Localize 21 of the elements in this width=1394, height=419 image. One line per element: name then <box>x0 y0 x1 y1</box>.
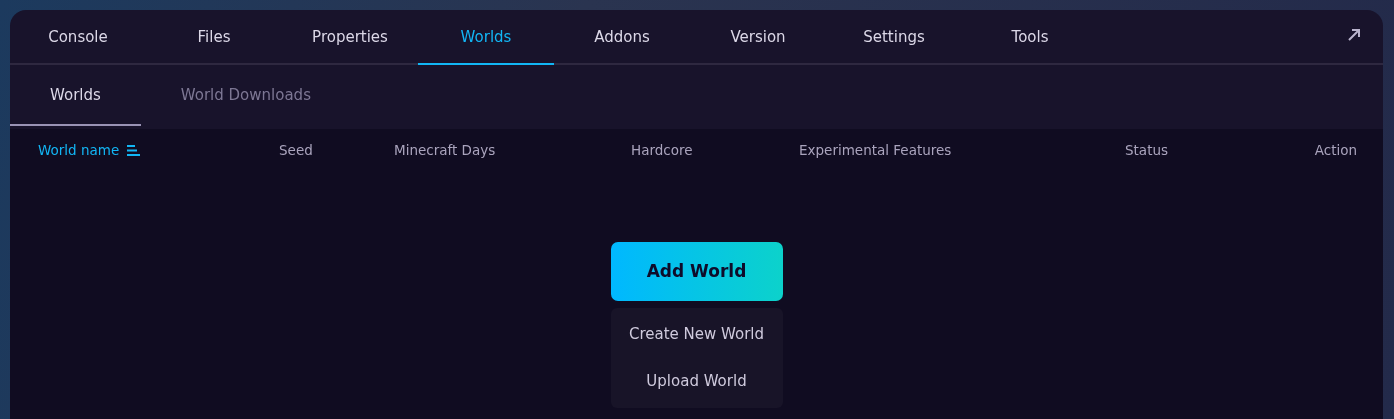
menu-item[interactable]: Create New World <box>610 311 783 358</box>
column-header[interactable]: Hardcore <box>631 142 799 158</box>
column-header[interactable]: Status <box>1125 142 1310 158</box>
tab[interactable]: Worlds <box>418 10 554 65</box>
add-world-button[interactable]: Add World <box>610 242 783 301</box>
tab[interactable]: Addons <box>554 10 690 65</box>
column-header[interactable]: Experimental Features <box>799 142 1125 158</box>
sub-tab[interactable]: World Downloads <box>140 65 351 126</box>
column-header[interactable]: World name <box>38 142 279 158</box>
column-header[interactable]: Seed <box>279 142 394 158</box>
tab[interactable]: Settings <box>826 10 962 65</box>
tab[interactable]: Files <box>146 10 282 65</box>
menu-item[interactable]: Upload World <box>610 358 783 405</box>
tab[interactable]: Console <box>10 10 146 65</box>
column-header[interactable]: Minecraft Days <box>394 142 631 158</box>
tab[interactable]: Tools <box>962 10 1098 65</box>
column-header[interactable]: Action <box>1314 142 1357 158</box>
sub-tab[interactable]: Worlds <box>10 65 141 126</box>
tab[interactable]: Version <box>690 10 826 65</box>
tab[interactable]: Properties <box>282 10 418 65</box>
expand-icon[interactable] <box>1347 28 1361 42</box>
